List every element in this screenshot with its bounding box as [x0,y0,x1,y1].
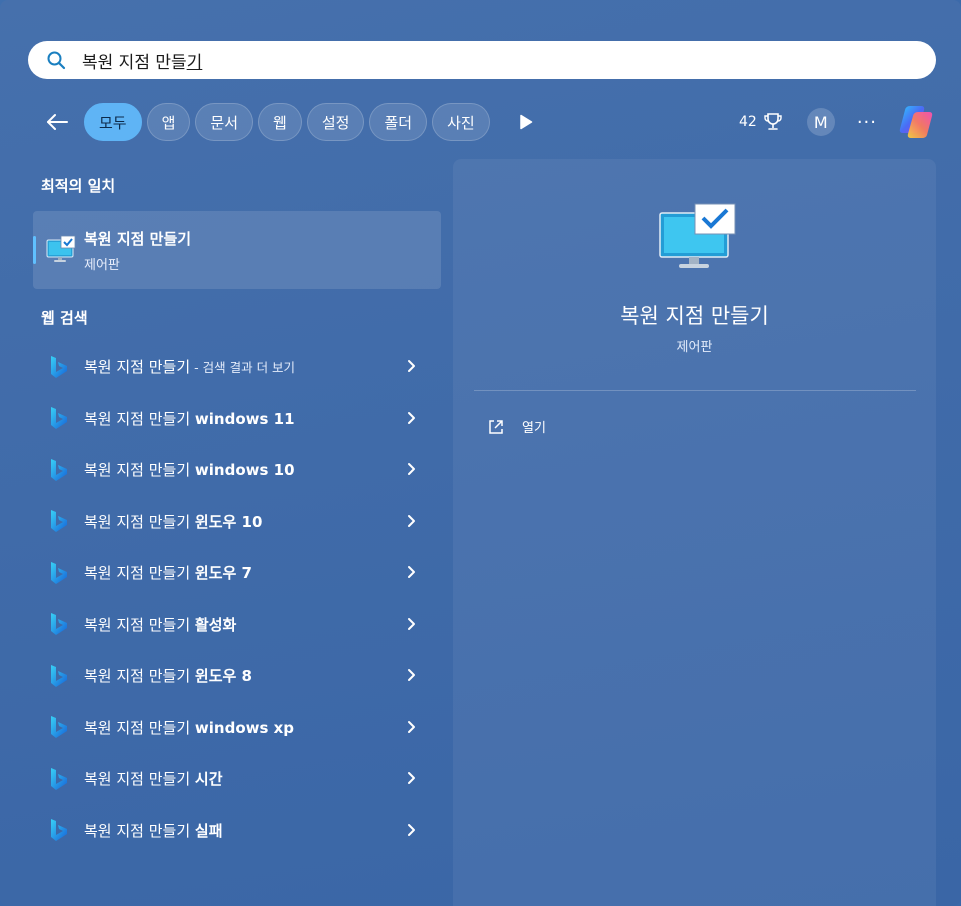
search-query: 복원 지점 만들기 [82,52,203,73]
search-input[interactable]: 복원 지점 만들기 [28,41,936,79]
more-options-button[interactable]: ··· [857,112,877,133]
chevron-right-icon [408,772,415,784]
web-search-item-label: 복원 지점 만들기 윈도우 7 [84,564,252,583]
chevron-right-icon [408,823,415,836]
web-search-item-label: 복원 지점 만들기 시간 [84,770,223,789]
chevron-right-icon [408,514,415,527]
rewards-points: 42 [739,114,757,130]
web-search-item[interactable]: 복원 지점 만들기 windows 10 [33,444,441,496]
preview-pane: 복원 지점 만들기 제어판 열기 [453,159,936,906]
web-search-item[interactable]: 복원 지점 만들기 - 검색 결과 더 보기 [33,341,441,393]
bing-icon [51,819,67,842]
chevron-right-icon [408,463,415,475]
web-search-item[interactable]: 복원 지점 만들기 windows 11 [33,393,441,445]
web-search-item[interactable]: 복원 지점 만들기 윈도우 7 [33,547,441,599]
web-search-item-label: 복원 지점 만들기 [84,358,191,377]
divider [474,390,916,391]
search-icon [47,51,66,70]
filter-chip-settings[interactable]: 설정 [306,103,365,141]
bing-icon [51,716,67,739]
system-restore-icon [46,235,76,262]
web-search-item-label: 복원 지점 만들기 활성화 [84,615,237,634]
preview-title: 복원 지점 만들기 [620,304,769,328]
chevron-right-icon [408,411,415,424]
account-area: 42 M ··· [739,103,935,141]
open-action[interactable]: 열기 [487,417,546,436]
filter-bar: 모두 앱 문서 웹 설정 폴더 사진 42 M ··· [40,102,935,142]
bing-icon [51,664,67,687]
best-match-item[interactable]: 복원 지점 만들기 제어판 [33,211,441,289]
start-search-panel: 복원 지점 만들기 모두 앱 문서 웹 설정 폴더 사진 42 M ··· 최적… [0,0,961,906]
copilot-icon[interactable] [897,103,935,141]
filter-chip-folders[interactable]: 폴더 [369,103,428,141]
filter-chip-all[interactable]: 모두 [84,103,142,141]
bing-icon [51,767,67,790]
filter-chip-photos[interactable]: 사진 [432,103,490,141]
web-search-item[interactable]: 복원 지점 만들기 활성화 [33,599,441,651]
bing-icon [51,561,67,584]
open-action-label: 열기 [522,421,546,436]
chevron-right-icon [408,566,415,578]
bing-icon [51,355,67,378]
web-search-item[interactable]: 복원 지점 만들기 윈도우 8 [33,650,441,702]
filter-chip-documents[interactable]: 문서 [195,103,254,141]
best-match-title: 복원 지점 만들기 [84,230,192,248]
web-search-item-suffix: - 검색 결과 더 보기 [194,360,296,376]
filter-chip-web[interactable]: 웹 [258,103,302,141]
more-filters-button[interactable] [511,107,541,137]
web-search-item-label: 복원 지점 만들기 실패 [84,821,223,840]
web-search-item-label: 복원 지점 만들기 윈도우 10 [84,512,263,531]
chevron-right-icon [408,669,415,681]
arrow-left-icon [47,114,68,130]
best-match-subtitle: 제어판 [84,258,120,273]
system-restore-icon [659,203,736,268]
bing-icon [51,458,67,481]
selection-indicator [33,236,36,264]
avatar[interactable]: M [806,108,835,136]
play-icon [519,114,532,130]
web-search-item[interactable]: 복원 지점 만들기 시간 [33,753,441,805]
back-button[interactable] [40,105,74,139]
chevron-right-icon [408,360,415,372]
web-search-item[interactable]: 복원 지점 만들기 실패 [33,805,441,857]
web-search-item-label: 복원 지점 만들기 windows 10 [84,461,295,480]
best-match-heading: 최적의 일치 [41,177,116,195]
web-search-item[interactable]: 복원 지점 만들기 windows xp [33,702,441,754]
web-search-item-label: 복원 지점 만들기 windows xp [84,718,295,737]
bing-icon [51,407,67,430]
open-external-icon [489,419,503,434]
web-search-item-label: 복원 지점 만들기 windows 11 [84,409,295,428]
preview-subtitle: 제어판 [676,340,713,355]
web-search-item[interactable]: 복원 지점 만들기 윈도우 10 [33,496,441,548]
chevron-right-icon [408,720,415,733]
bing-icon [51,510,67,533]
bing-icon [51,613,67,636]
web-search-heading: 웹 검색 [41,309,88,327]
chevron-right-icon [408,617,415,630]
web-search-item-label: 복원 지점 만들기 윈도우 8 [84,667,252,686]
web-search-list: 복원 지점 만들기 - 검색 결과 더 보기복원 지점 만들기 windows 1… [33,341,441,856]
filter-chip-apps[interactable]: 앱 [146,103,191,141]
rewards-trophy-icon[interactable] [763,112,783,132]
